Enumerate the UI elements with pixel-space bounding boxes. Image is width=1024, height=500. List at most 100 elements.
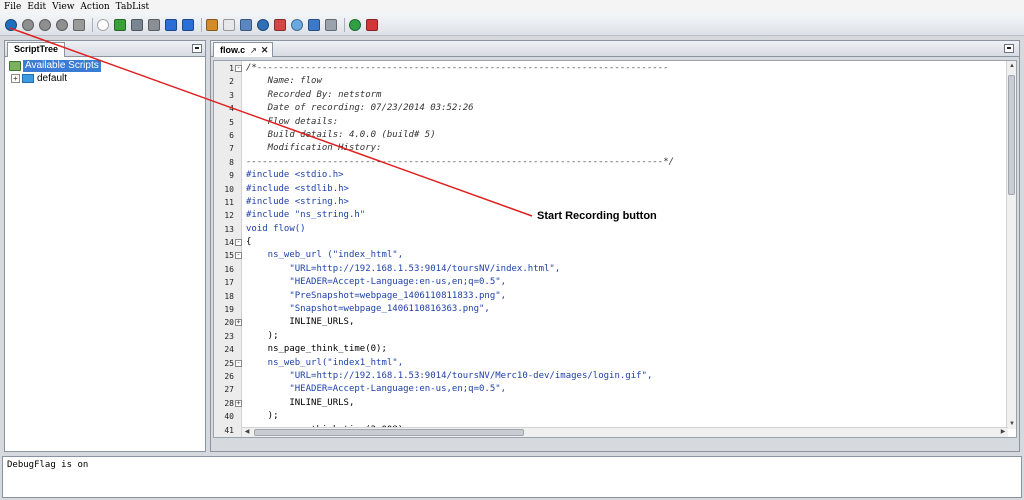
terminal-button[interactable] — [324, 18, 338, 32]
scroll-right-icon[interactable]: ▶ — [999, 428, 1007, 437]
code-line[interactable]: 24 ns_page_think_time(0); — [214, 343, 1008, 356]
pin-icon[interactable]: ↗ — [250, 44, 257, 57]
code-text: ); — [246, 411, 279, 422]
code-text: #include <stdio.h> — [246, 170, 344, 181]
menu-edit[interactable]: Edit — [27, 0, 46, 14]
menu-action[interactable]: Action — [80, 0, 109, 14]
play-button[interactable] — [72, 18, 86, 32]
expand-icon[interactable]: + — [235, 399, 242, 407]
start-recording-button[interactable] — [4, 18, 18, 32]
code-line[interactable]: 14-{ — [214, 236, 1008, 249]
toolbar — [0, 14, 1024, 36]
code-text: ns_web_url ("index_html", — [246, 250, 404, 261]
code-line[interactable]: 15- ns_web_url ("index_html", — [214, 249, 1008, 262]
code-line[interactable]: 5 Flow details: — [214, 116, 1008, 129]
code-line[interactable]: 19 "Snapshot=webpage_1406110816363.png", — [214, 303, 1008, 316]
tree-root-label[interactable]: Available Scripts — [23, 59, 101, 72]
code-text: Flow details: — [246, 116, 339, 127]
collapse-icon[interactable]: - — [235, 239, 242, 247]
comment-button[interactable] — [96, 18, 110, 32]
minimize-icon[interactable] — [1004, 44, 1014, 53]
scroll-down-icon[interactable]: ▼ — [1008, 420, 1016, 428]
line-number: 10 — [224, 184, 234, 194]
code-line[interactable]: 7 Modification History: — [214, 142, 1008, 155]
pause-button[interactable] — [55, 18, 69, 32]
code-line[interactable]: 3 Recorded By: netstorm — [214, 89, 1008, 102]
refresh-button[interactable] — [348, 18, 362, 32]
toolbar-separator — [344, 17, 345, 32]
code-line[interactable]: 27 "HEADER=Accept-Language:en-us,en;q=0.… — [214, 383, 1008, 396]
close-icon[interactable]: ✕ — [261, 44, 269, 57]
code-line[interactable]: 18 "PreSnapshot=webpage_1406110811833.pn… — [214, 290, 1008, 303]
code-line[interactable]: 25- ns_web_url("index1_html", — [214, 357, 1008, 370]
code-line[interactable]: 10 #include <stdlib.h> — [214, 183, 1008, 196]
code-editor[interactable]: 1-/*------------------------------------… — [213, 60, 1017, 438]
menu-tablist[interactable]: TabList — [116, 0, 150, 14]
arrow-up-button[interactable] — [181, 18, 195, 32]
tree-item-label[interactable]: default — [37, 73, 67, 84]
line-number: 16 — [224, 264, 234, 274]
document-edit-button[interactable] — [222, 18, 236, 32]
pause-icon — [56, 18, 68, 31]
scroll-up-icon[interactable]: ▲ — [1008, 62, 1016, 70]
tree-item-default[interactable]: + default — [9, 72, 101, 85]
collapse-icon[interactable]: - — [235, 65, 242, 72]
add-page-button[interactable] — [113, 18, 127, 32]
stop-button[interactable] — [21, 18, 35, 32]
scroll-thumb[interactable] — [254, 429, 524, 436]
code-line[interactable]: 16 "URL=http://192.168.1.53:9014/toursNV… — [214, 263, 1008, 276]
disk-icon — [291, 18, 303, 31]
code-text: "HEADER=Accept-Language:en-us,en;q=0.5", — [246, 384, 507, 395]
code-text: #include "ns_string.h" — [246, 210, 366, 221]
arrow-down-icon — [165, 18, 177, 31]
expand-icon[interactable]: + — [235, 319, 242, 327]
code-line[interactable]: 13 void flow() — [214, 223, 1008, 236]
alarm-button[interactable] — [365, 18, 379, 32]
menu-file[interactable]: File — [4, 0, 21, 14]
expand-icon[interactable]: + — [11, 74, 20, 83]
code-line[interactable]: 6 Build details: 4.0.0 (build# 5) — [214, 129, 1008, 142]
collapse-icon[interactable]: - — [235, 359, 242, 367]
disk-button[interactable] — [290, 18, 304, 32]
tab-label: flow.c — [220, 44, 246, 55]
minimize-icon[interactable] — [192, 44, 202, 53]
code-line[interactable]: 8 ---------------------------------------… — [214, 156, 1008, 169]
code-text: Build details: 4.0.0 (build# 5) — [246, 129, 436, 140]
vertical-scrollbar[interactable]: ▲ ▼ — [1006, 61, 1016, 429]
code-line[interactable]: 4 Date of recording: 07/23/2014 03:52:26 — [214, 102, 1008, 115]
code-text: { — [246, 237, 252, 248]
cancel-button[interactable] — [38, 18, 52, 32]
line-number: 20 — [224, 318, 234, 328]
report-button[interactable] — [273, 18, 287, 32]
window-button[interactable] — [307, 18, 321, 32]
code-line[interactable]: 2 Name: flow — [214, 75, 1008, 88]
line-number: 9 — [229, 171, 234, 181]
line-number: 26 — [224, 371, 234, 381]
tools-button[interactable] — [205, 18, 219, 32]
horizontal-scrollbar[interactable]: ◀ ▶ — [242, 427, 1008, 437]
refresh-icon — [349, 18, 361, 31]
settings-button[interactable] — [256, 18, 270, 32]
code-line[interactable]: 40 ); — [214, 410, 1008, 423]
code-line[interactable]: 1-/*------------------------------------… — [214, 62, 1008, 75]
tab-flow-c[interactable]: flow.c ↗ ✕ — [213, 42, 274, 57]
menu-view[interactable]: View — [52, 0, 74, 14]
code-line[interactable]: 11 #include <string.h> — [214, 196, 1008, 209]
arrow-down-button[interactable] — [164, 18, 178, 32]
tree-root-row[interactable]: Available Scripts — [9, 59, 101, 72]
code-line[interactable]: 23 ); — [214, 330, 1008, 343]
code-line[interactable]: 20 + INLINE_URLS, — [214, 316, 1008, 329]
scroll-left-icon[interactable]: ◀ — [243, 428, 251, 437]
copy-button[interactable] — [147, 18, 161, 32]
code-line[interactable]: 28 + INLINE_URLS, — [214, 397, 1008, 410]
collapse-icon[interactable]: - — [235, 252, 242, 260]
annotation-label: Start Recording button — [537, 210, 657, 222]
code-line[interactable]: 9 #include <stdio.h> — [214, 169, 1008, 182]
scroll-thumb[interactable] — [1008, 75, 1015, 195]
code-line[interactable]: 26 "URL=http://192.168.1.53:9014/toursNV… — [214, 370, 1008, 383]
code-line[interactable]: 17 "HEADER=Accept-Language:en-us,en;q=0.… — [214, 276, 1008, 289]
tab-scripttree[interactable]: ScriptTree — [7, 42, 66, 57]
save-button[interactable] — [130, 18, 144, 32]
search-button[interactable] — [239, 18, 253, 32]
stop-icon — [22, 18, 34, 31]
